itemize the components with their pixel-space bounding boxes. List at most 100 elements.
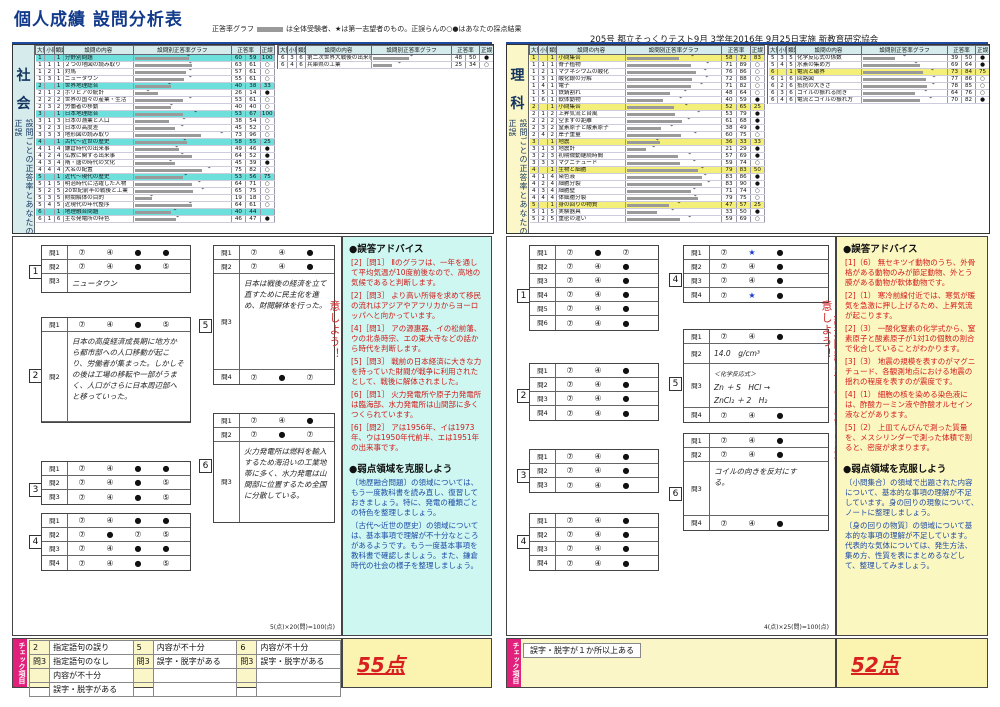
table-cell: 79	[721, 194, 737, 202]
science-advice: ●誤答アドバイス [1]（6） 無セキツイ動物のうち、外骨格がある動物のみが節足…	[836, 236, 988, 636]
q6-group: 問1 ⑦ ④ ● 問2 ⑦ ④ ● 問3 コイルの向きを反対にする。 問4 ⑦ ④ ●	[683, 433, 829, 531]
table-cell: 1	[35, 75, 46, 83]
table-cell: 71	[721, 61, 737, 69]
handwritten-answer: ニュータウン	[72, 278, 117, 288]
table-cell: 5	[786, 54, 796, 62]
table-cell: 76	[961, 89, 977, 97]
answer-row: 問2 ⑦ ④ ●	[530, 378, 658, 392]
star-icon: *	[176, 215, 180, 221]
table-cell: 47	[721, 201, 737, 209]
table-cell: 29	[736, 145, 751, 153]
answer-row: 問2 ⑦ ④ ●	[214, 260, 334, 274]
table-cell: 4	[538, 194, 549, 202]
star-icon: *	[175, 145, 179, 151]
table-row: 4 1 4 鎌倉時代の出来事 * 49 46 ●	[35, 145, 276, 153]
table-cell: 48	[721, 89, 737, 97]
table-cell: 実験器具	[556, 208, 627, 216]
table-cell: 64	[231, 201, 247, 209]
score-bar	[134, 155, 193, 158]
table-cell: 4	[777, 96, 787, 104]
score-bar	[134, 85, 171, 88]
q2-group: 問1 ⑦ ④ ● 問2 ⑦ ④ ● 問3 ⑦ ④ ● 問4 ⑦ ④ ●	[529, 363, 659, 421]
table-cell: ●	[260, 215, 276, 223]
check-cell	[132, 682, 154, 697]
table-cell: 隋・唐の時代の文化	[63, 159, 134, 167]
advice-item: [5]（2） 上皿てんびんで測った質量を、メスシリンダーで測った体積で割ると、密…	[845, 423, 973, 452]
table-cell: 26	[231, 89, 247, 97]
score-bar	[863, 64, 920, 67]
table-cell: 6	[768, 75, 778, 83]
answer-row: 問1 ⑦ ④ ● ⑤	[42, 318, 190, 332]
star-icon: *	[683, 89, 687, 95]
table-cell: 40	[231, 82, 247, 90]
science-table-2: 大問小問類題設問の内容設問別正答率グラフ正答率正誤 535化学反応式の係数*39…	[767, 45, 989, 104]
table-cell: 40	[231, 103, 247, 111]
col-head: 設問別正答率グラフ	[861, 45, 948, 55]
table-cell: 4	[547, 180, 558, 188]
answer-row: 問4 ⑦ ④ ●	[530, 556, 658, 570]
score-graph: *	[133, 152, 232, 160]
score-bar	[627, 190, 692, 193]
score-graph: *	[133, 89, 232, 97]
table-cell: ニュータウン	[63, 75, 134, 83]
table-cell: 1	[35, 68, 46, 76]
table-cell: 65	[736, 103, 751, 111]
score-bar	[134, 218, 177, 221]
star-icon: *	[693, 194, 697, 200]
table-cell: 38	[231, 117, 247, 125]
table-cell: 5	[54, 180, 64, 188]
table-cell: 2	[547, 131, 558, 139]
social-table-2: 大問小問類題設問の内容設問別正答率グラフ正答率正誤 636第二次世界大戦後の出来…	[277, 45, 493, 69]
table-cell: 25	[750, 103, 766, 111]
score-graph: *	[133, 54, 232, 62]
score-graph: *	[625, 145, 723, 153]
table-cell: 63	[231, 61, 247, 69]
table-cell: 1	[529, 96, 540, 104]
answer-row: 問4 ⑦ ★ ●	[684, 288, 828, 302]
table-row: 6 2 6 抵抗の大きさ * 78 85 ○	[768, 82, 989, 90]
weak-title: ●弱点領域を克服しよう	[349, 464, 453, 475]
table-cell: 59	[245, 54, 261, 62]
star-icon: *	[652, 145, 656, 151]
table-cell: 5	[54, 194, 64, 202]
table-cell: 1	[44, 215, 55, 223]
density-value: 14.0	[714, 349, 731, 358]
star-icon: *	[207, 166, 211, 172]
table-cell: 34	[465, 61, 481, 69]
table-cell: 5	[786, 61, 796, 69]
q-label: 問2	[214, 428, 240, 441]
star-icon: *	[703, 68, 707, 74]
check-label: チェック項目	[13, 639, 27, 687]
table-cell: 6	[768, 96, 778, 104]
table-cell: 3	[54, 124, 64, 132]
score-bar	[134, 64, 192, 67]
table-cell: 小問集合	[556, 54, 627, 62]
table-cell: 1	[529, 89, 540, 97]
q4-group: 問1 ⑦ ④ ● ● 問2 ⑦ ● ⑦ ⑤ 問3 ⑦ ④ ● ● 問4 ⑦ ④ ● ⑤	[41, 513, 191, 571]
table-cell: ○	[750, 159, 766, 167]
table-cell: 55	[231, 75, 247, 83]
table-cell: ○	[260, 96, 276, 104]
table-cell: 64	[736, 89, 751, 97]
q-label: 問4	[214, 370, 240, 384]
table-cell: 50	[750, 166, 766, 174]
table-cell: 2	[547, 124, 558, 132]
table-cell: 25	[260, 138, 276, 146]
table-cell: 39	[947, 54, 962, 62]
star-icon: *	[180, 152, 184, 158]
science-table-1: 大問小問類題設問の内容設問別正答率グラフ正答率正誤 11小問集合*5872831…	[528, 45, 766, 223]
q-label: 問1	[42, 318, 68, 331]
check-cell	[236, 682, 258, 697]
table-cell: 1	[547, 82, 558, 90]
table-cell: 61	[245, 75, 261, 83]
table-cell: 6	[786, 96, 796, 104]
score-graph: *	[371, 54, 452, 62]
table-cell: 2	[538, 215, 549, 223]
table-cell: 53	[231, 173, 247, 181]
answer-row: 問4 ⑦ ④ ●	[684, 516, 828, 530]
table-cell: 3	[777, 89, 787, 97]
table-cell: 6	[296, 54, 306, 62]
subject-char: 社	[16, 68, 31, 84]
table-row: 4 4 4 体細胞分裂 * 79 75 ○	[529, 194, 766, 202]
col-head: 大問	[278, 45, 288, 55]
